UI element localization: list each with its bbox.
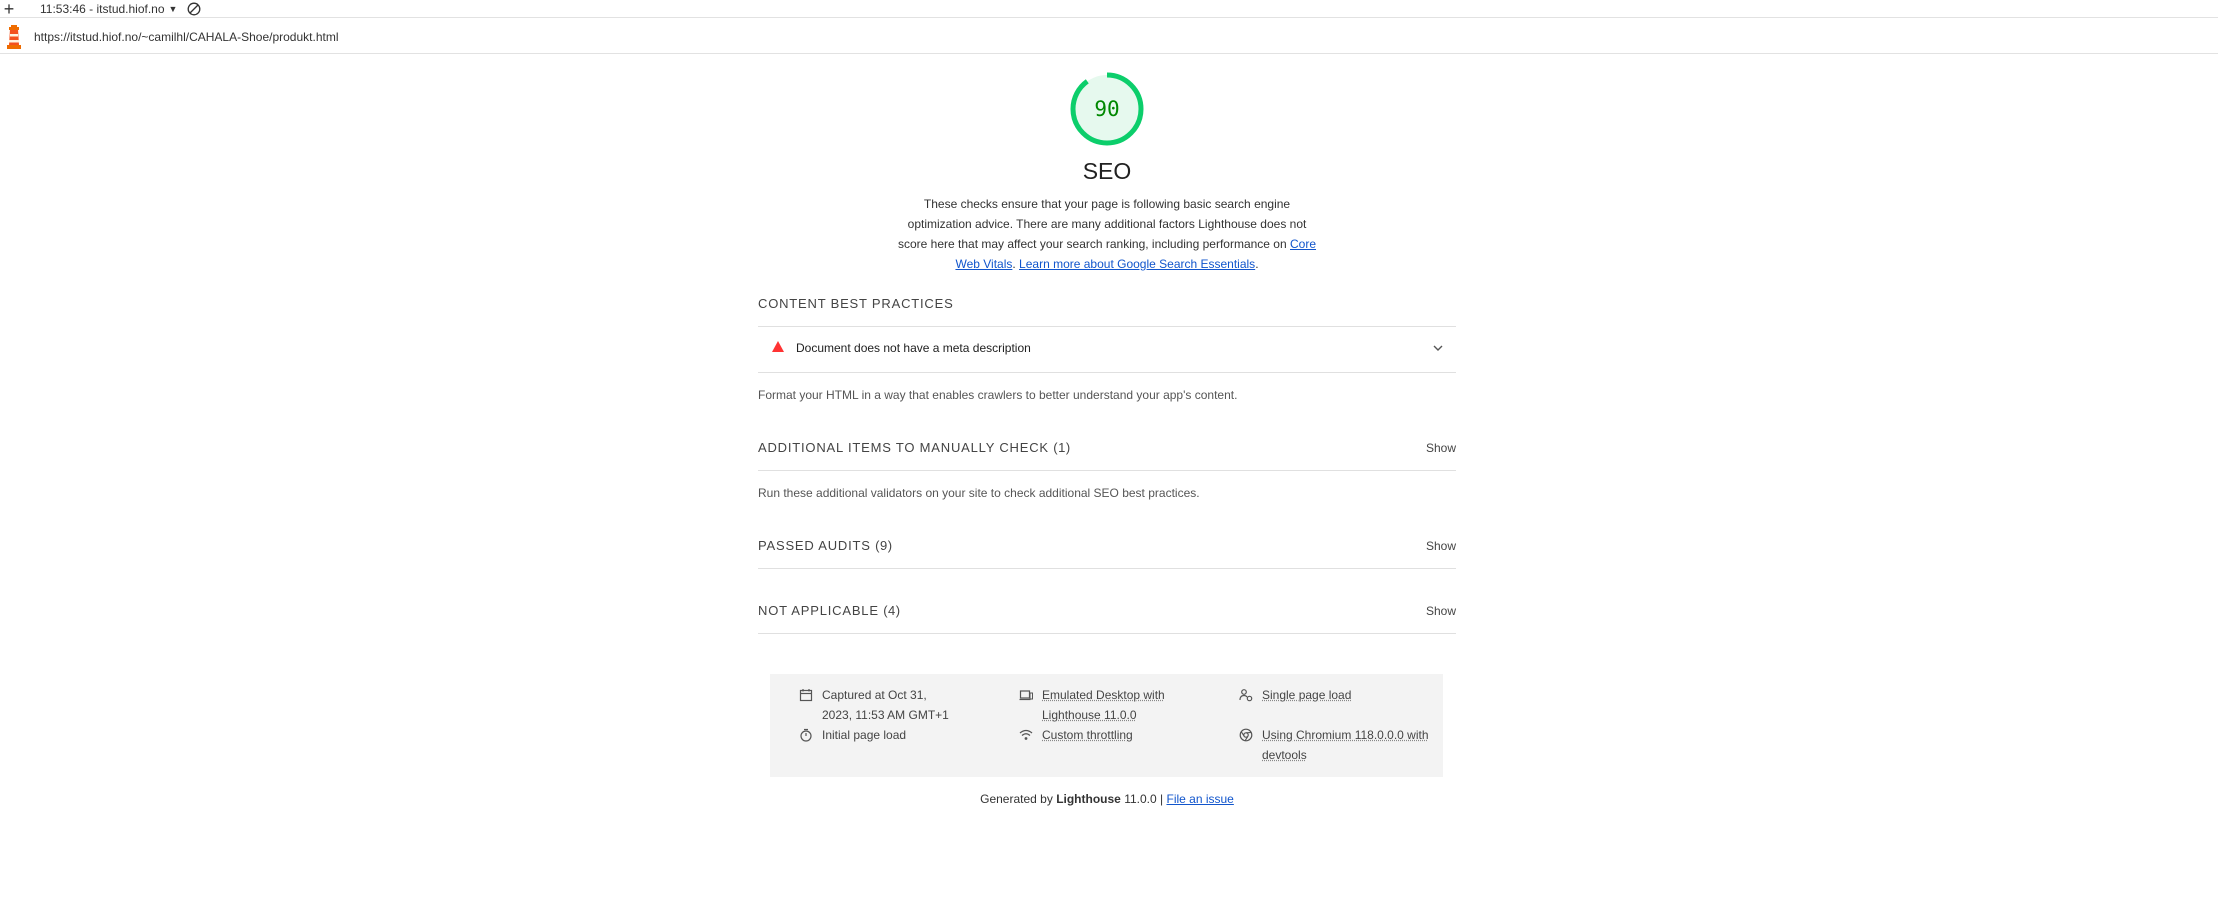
lighthouse-version: 11.0.0 | (1124, 792, 1164, 806)
single-page-load-item[interactable]: Single page load (1239, 685, 1419, 705)
manual-check-count: (1) (1053, 440, 1071, 455)
passed-audits-title: Passed audits (758, 538, 871, 553)
new-tab-button[interactable]: + (0, 0, 18, 18)
passed-audits-heading[interactable]: Passed audits (9) (758, 538, 893, 553)
clear-icon[interactable] (187, 2, 201, 16)
captured-at-text: Captured at Oct 31, 2023, 11:53 AM GMT+1 (822, 688, 949, 722)
page-url[interactable]: https://itstud.hiof.no/~camilhl/CAHALA-S… (34, 30, 338, 44)
lighthouse-name: Lighthouse (1056, 792, 1121, 806)
chevron-down-icon[interactable] (1432, 342, 1444, 354)
divider (758, 568, 1456, 569)
file-issue-link[interactable]: File an issue (1166, 792, 1233, 806)
not-applicable-heading[interactable]: Not applicable (4) (758, 603, 901, 618)
chromium-icon (1239, 728, 1253, 742)
meta-description-audit[interactable]: Document does not have a meta descriptio… (758, 326, 1456, 372)
not-applicable-title: Not applicable (758, 603, 879, 618)
divider (758, 633, 1456, 634)
not-applicable-show-button[interactable]: Show (1426, 604, 1456, 618)
calendar-icon (799, 689, 813, 702)
person-icon (1239, 689, 1253, 702)
not-applicable-count: (4) (883, 603, 901, 618)
browser-version-item[interactable]: Using Chromium 118.0.0.0 with devtools (1239, 725, 1429, 765)
browser-version-text: Using Chromium 118.0.0.0 with devtools (1262, 728, 1429, 762)
passed-audits-count: (9) (875, 538, 893, 553)
description-end: . (1255, 257, 1259, 271)
session-label: 11:53:46 - itstud.hiof.no (40, 1, 165, 16)
manual-check-title: Additional items to manually check (758, 440, 1049, 455)
score-gauge: 90 (1070, 72, 1144, 146)
category-description: These checks ensure that your page is fo… (898, 194, 1316, 274)
audit-title: Document does not have a meta descriptio… (796, 341, 1031, 355)
generated-by-footer: Generated by Lighthouse 11.0.0 | File an… (758, 792, 1456, 806)
emulated-device-text: Emulated Desktop with Lighthouse 11.0.0 (1042, 688, 1165, 722)
top-toolbar: + 11:53:46 - itstud.hiof.no ▼ (0, 0, 2218, 18)
learn-more-link[interactable]: Learn more about Google Search Essential… (1019, 257, 1255, 271)
session-selector[interactable]: 11:53:46 - itstud.hiof.no ▼ (40, 2, 177, 16)
wifi-icon (1019, 729, 1033, 740)
category-title: SEO (1082, 158, 1132, 184)
initial-page-load-item: Initial page load (799, 725, 949, 745)
timer-icon (800, 728, 812, 742)
content-best-practices-heading: Content Best Practices (758, 296, 954, 311)
score-value: 90 (1094, 97, 1120, 121)
description-text: These checks ensure that your page is fo… (898, 197, 1307, 251)
throttling-text: Custom throttling (1042, 728, 1133, 742)
divider (758, 470, 1456, 471)
single-page-load-text: Single page load (1262, 688, 1352, 702)
url-bar: https://itstud.hiof.no/~camilhl/CAHALA-S… (0, 20, 2218, 54)
initial-page-load-text: Initial page load (822, 728, 907, 742)
desktop-icon (1019, 690, 1033, 701)
captured-at-item: Captured at Oct 31, 2023, 11:53 AM GMT+1 (799, 685, 949, 725)
throttling-item[interactable]: Custom throttling (1019, 725, 1169, 745)
emulated-device-item[interactable]: Emulated Desktop with Lighthouse 11.0.0 (1019, 685, 1169, 725)
passed-audits-show-button[interactable]: Show (1426, 539, 1456, 553)
manual-check-show-button[interactable]: Show (1426, 441, 1456, 455)
manual-check-description: Run these additional validators on your … (758, 486, 1200, 500)
fail-triangle-icon (772, 341, 784, 352)
caret-down-icon: ▼ (168, 3, 178, 14)
lighthouse-logo-icon (7, 24, 21, 49)
divider (758, 372, 1456, 373)
generated-by-text: Generated by (980, 792, 1053, 806)
manual-check-heading[interactable]: Additional items to manually check (1) (758, 440, 1071, 455)
content-group-description: Format your HTML in a way that enables c… (758, 388, 1238, 402)
runtime-settings: Captured at Oct 31, 2023, 11:53 AM GMT+1… (770, 674, 1443, 777)
